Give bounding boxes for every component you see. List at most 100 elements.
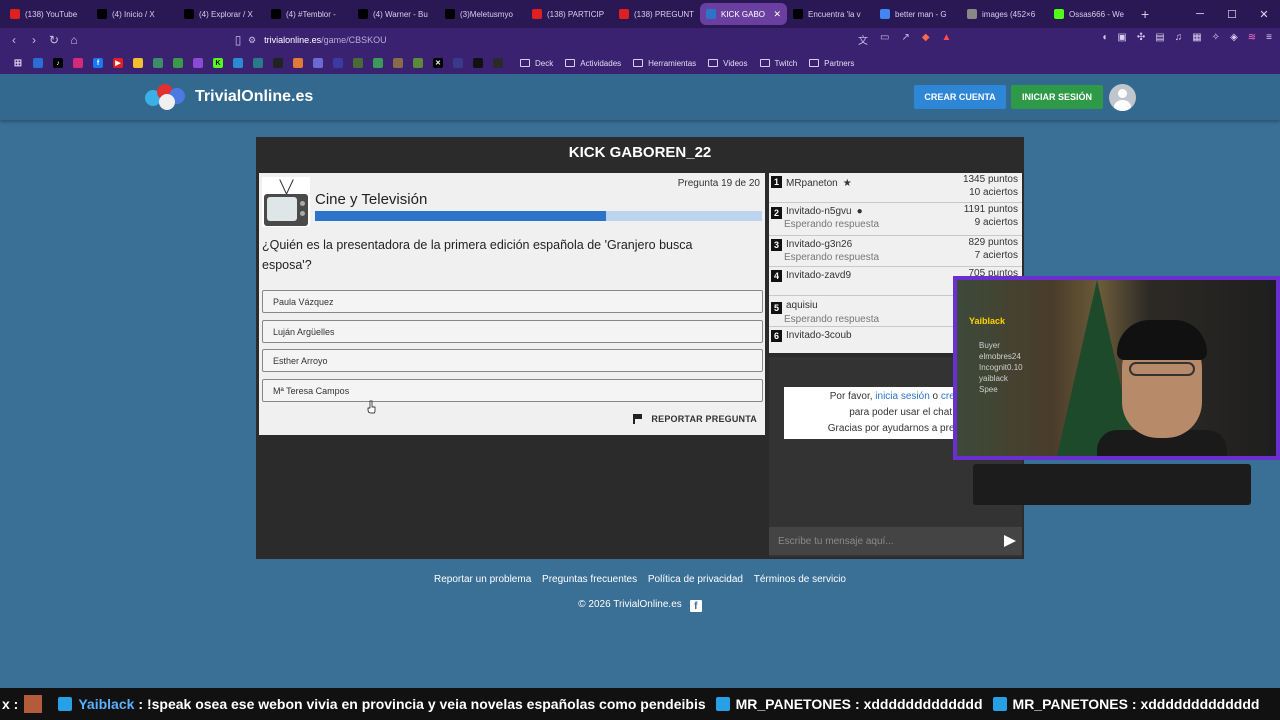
bookmark-icon-2[interactable] <box>133 58 143 68</box>
tiktok-icon <box>793 9 803 19</box>
twitch-icon[interactable] <box>193 58 203 68</box>
translate-icon[interactable]: 文 <box>858 32 868 47</box>
rank-badge: 2 <box>771 207 782 219</box>
wallet-icon[interactable]: ▦ <box>1192 32 1201 43</box>
browser-tab[interactable]: better man - G <box>874 3 961 25</box>
site-header: TrivialOnline.es CREAR CUENTA INICIAR SE… <box>0 74 1280 120</box>
site-info-icon[interactable]: ⚙ <box>248 35 256 46</box>
cast-icon[interactable]: ▭ <box>880 32 889 47</box>
bookmark-icon-3[interactable] <box>153 58 163 68</box>
bookmark-icon-16[interactable] <box>473 58 483 68</box>
bookmark-icon-9[interactable] <box>313 58 323 68</box>
site-brand[interactable]: TrivialOnline.es <box>195 88 313 106</box>
browser-tab[interactable]: (4) Warner - Bu <box>352 3 439 25</box>
bookmark-icon-15[interactable] <box>453 58 463 68</box>
reload-icon[interactable]: ↻ <box>44 33 64 47</box>
leo-icon[interactable]: ≋ <box>1248 32 1256 43</box>
folder-icon <box>565 59 576 67</box>
user-avatar-icon[interactable] <box>1109 84 1136 111</box>
x-icon <box>271 9 281 19</box>
alert-icon[interactable]: ▲ <box>942 32 952 47</box>
facebook-icon[interactable]: f <box>93 58 103 68</box>
bookmark-icon-6[interactable] <box>253 58 263 68</box>
extension-icon[interactable]: ▣ <box>1117 32 1126 43</box>
browser-tab[interactable]: (4) Explorar / X <box>178 3 265 25</box>
browser-tab[interactable]: Encuentra 'la v <box>787 3 874 25</box>
bookmark-icon-10[interactable] <box>333 58 343 68</box>
bookmark-folder[interactable]: Twitch <box>759 59 797 68</box>
close-window-icon[interactable]: ✕ <box>1248 8 1280 21</box>
apps-icon[interactable]: ⊞ <box>13 58 23 69</box>
forward-icon[interactable]: › <box>24 33 44 47</box>
bookmark-icon-1[interactable] <box>33 58 43 68</box>
login-link[interactable]: inicia sesión <box>875 391 929 402</box>
stream-overlay-box <box>973 464 1251 505</box>
answer-option-1[interactable]: Paula Vázquez <box>262 290 763 313</box>
vpn-icon[interactable]: ◈ <box>1230 32 1238 43</box>
puzzle-icon[interactable]: ✣ <box>1137 32 1145 43</box>
bookmark-icon-14[interactable] <box>413 58 423 68</box>
kick-icon[interactable]: K <box>213 58 223 68</box>
report-question-button[interactable]: REPORTAR PREGUNTA <box>633 414 757 424</box>
login-button[interactable]: INICIAR SESIÓN <box>1011 85 1103 109</box>
bookmark-icon-12[interactable] <box>373 58 383 68</box>
menu-icon[interactable]: ≡ <box>1266 32 1272 43</box>
browser-tab[interactable]: (138) PARTICIP <box>526 3 613 25</box>
footer-link-faq[interactable]: Preguntas frecuentes <box>542 574 637 585</box>
back-icon[interactable]: ‹ <box>4 33 24 47</box>
bookmark-folder[interactable]: Partners <box>809 59 854 68</box>
bookmark-icon-17[interactable] <box>493 58 503 68</box>
minimize-icon[interactable]: ─ <box>1184 8 1216 20</box>
close-tab-icon[interactable]: ✕ <box>773 9 781 20</box>
bookmark-folder[interactable]: Deck <box>520 59 553 68</box>
share-icon[interactable]: ↗ <box>901 32 909 47</box>
sidebar-icon[interactable]: ▤ <box>1155 32 1164 43</box>
browser-tab[interactable]: (3)Meletusmyo <box>439 3 526 25</box>
music-icon[interactable]: ♫ <box>1175 32 1183 43</box>
streamer-webcam: Yaiblack Buyer elmobres24 Incognit0.10 y… <box>953 276 1280 460</box>
footer-link-report[interactable]: Reportar un problema <box>434 574 531 585</box>
youtube-icon[interactable]: ▶ <box>113 58 123 68</box>
bookmark-folder[interactable]: Videos <box>708 59 748 68</box>
bookmark-icon-7[interactable] <box>273 58 283 68</box>
shield-icon[interactable]: ◆ <box>922 32 930 47</box>
report-question-label: REPORTAR PREGUNTA <box>651 414 757 424</box>
browser-tab[interactable]: images (452×6 <box>961 3 1048 25</box>
audio-icon[interactable]: ◖ <box>1101 32 1107 43</box>
ticker-message: : xddddddddddddd <box>1131 696 1260 712</box>
bookmark-icon[interactable]: ▯ <box>228 33 248 47</box>
instagram-icon[interactable] <box>73 58 83 68</box>
browser-tab[interactable]: KICK GABO ✕ <box>700 3 787 25</box>
x-icon[interactable]: ✕ <box>433 58 443 68</box>
create-account-button[interactable]: CREAR CUENTA <box>914 85 1006 109</box>
browser-tab[interactable]: (138) PREGUNT <box>613 3 700 25</box>
maximize-icon[interactable]: ☐ <box>1216 8 1248 21</box>
tiktok-icon[interactable]: ♪ <box>53 58 63 68</box>
chat-message-input[interactable]: Escribe tu mensaje aquí... <box>769 527 1022 555</box>
browser-tab[interactable]: (138) YouTube <box>4 3 91 25</box>
answer-option-3[interactable]: Esther Arroyo <box>262 349 763 372</box>
browser-tab[interactable]: Ossas666 - We <box>1048 3 1135 25</box>
answer-option-2[interactable]: Luján Argüelles <box>262 320 763 343</box>
send-icon[interactable] <box>1004 535 1016 547</box>
bookmark-icon-13[interactable] <box>393 58 403 68</box>
bookmark-folder[interactable]: Actividades <box>565 59 621 68</box>
footer-link-terms[interactable]: Términos de servicio <box>754 574 846 585</box>
player-name: Invitado-n5gvu ● <box>786 206 863 217</box>
bookmark-icon-11[interactable] <box>353 58 363 68</box>
bookmark-icon-8[interactable] <box>293 58 303 68</box>
new-tab-button[interactable]: + <box>1141 6 1149 22</box>
answer-option-4[interactable]: Mª Teresa Campos <box>262 379 763 402</box>
aria-icon[interactable]: ✧ <box>1212 32 1220 43</box>
television-icon <box>262 177 310 227</box>
bookmark-icon-5[interactable] <box>233 58 243 68</box>
site-logo[interactable] <box>145 80 189 110</box>
player-points: 829 puntos <box>968 237 1019 248</box>
bookmark-folder[interactable]: Herramientas <box>633 59 696 68</box>
footer-link-privacy[interactable]: Política de privacidad <box>648 574 743 585</box>
facebook-icon[interactable]: f <box>689 600 702 612</box>
bookmark-icon-4[interactable] <box>173 58 183 68</box>
home-icon[interactable]: ⌂ <box>64 33 84 47</box>
browser-tab[interactable]: (4) Inicio / X <box>91 3 178 25</box>
browser-tab[interactable]: (4) #Temblor - <box>265 3 352 25</box>
